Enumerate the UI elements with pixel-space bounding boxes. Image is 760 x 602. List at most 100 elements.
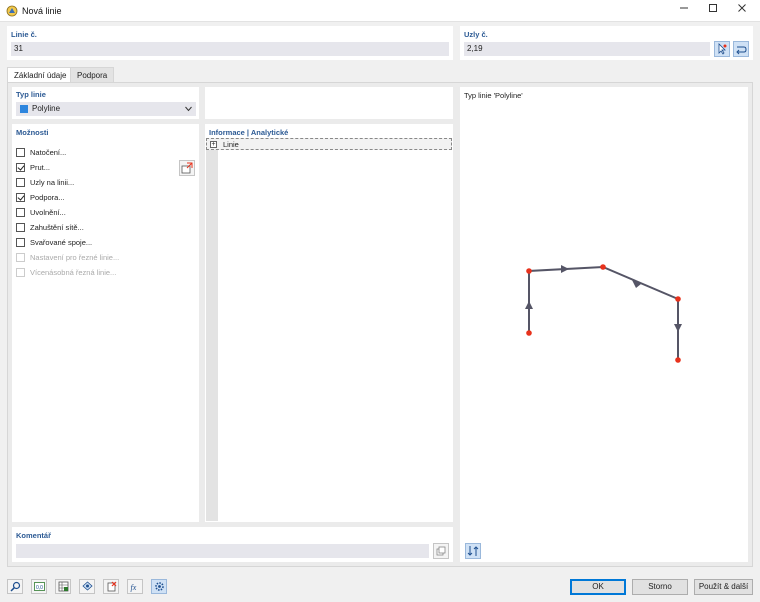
line-type-label: Typ linie: [16, 90, 46, 99]
preview-panel: Typ linie 'Polyline': [460, 87, 748, 562]
option-row[interactable]: Prut...: [16, 161, 50, 173]
close-icon: [738, 4, 746, 12]
line-number-label: Linie č.: [11, 30, 37, 39]
option-checkbox[interactable]: [16, 177, 25, 187]
nodes-number-field[interactable]: 2,19: [464, 42, 710, 56]
units-icon: 0,0: [33, 582, 45, 591]
option-checkbox: [16, 267, 25, 277]
info-panel: Informace | Analytické + Linie: [205, 124, 453, 522]
member-edit-button[interactable]: [179, 160, 195, 176]
units-button[interactable]: 0,0: [31, 579, 47, 594]
view-icon: [81, 581, 93, 591]
option-label: Uzly na linii...: [30, 177, 75, 187]
option-label: Nastavení pro řezné linie...: [30, 252, 120, 262]
maximize-icon: [709, 4, 717, 12]
option-row[interactable]: Natočení...: [16, 146, 66, 158]
search-button[interactable]: [7, 579, 23, 594]
option-row[interactable]: Podpora...: [16, 191, 65, 203]
nodes-number-panel: Uzly č. 2,19: [460, 26, 753, 60]
table-button[interactable]: [55, 579, 71, 594]
option-label: Podpora...: [30, 192, 65, 202]
tab-basic[interactable]: Základní údaje: [7, 67, 74, 82]
view-button[interactable]: [79, 579, 95, 594]
middle-top-panel: [205, 87, 453, 119]
cancel-button[interactable]: Storno: [632, 579, 688, 595]
comment-library-button[interactable]: [433, 543, 449, 559]
apply-next-button[interactable]: Použít & další: [694, 579, 753, 595]
ok-button[interactable]: OK: [570, 579, 626, 595]
gear-icon: [154, 582, 164, 591]
option-checkbox[interactable]: [16, 162, 25, 172]
comment-field[interactable]: [16, 544, 429, 558]
app-icon: [6, 5, 18, 17]
line-type-select[interactable]: Polyline: [16, 102, 196, 116]
preview-options-button[interactable]: [465, 543, 481, 559]
tree-gutter: [206, 138, 218, 521]
option-checkbox[interactable]: [16, 237, 25, 247]
direction-arrow: [674, 324, 682, 332]
option-checkbox: [16, 252, 25, 262]
minimize-button[interactable]: [670, 0, 698, 22]
options-label: Možnosti: [16, 128, 49, 137]
minimize-icon: [680, 7, 688, 9]
line-type-value: Polyline: [32, 104, 61, 113]
reverse-arrow-icon: [736, 46, 747, 55]
close-button[interactable]: [728, 0, 756, 22]
expand-icon[interactable]: +: [210, 141, 217, 148]
window-title: Nová linie: [22, 6, 62, 16]
comment-label: Komentář: [16, 531, 52, 540]
polyline-path: [528, 265, 679, 360]
line-number-field[interactable]: 31: [11, 42, 449, 56]
reverse-button[interactable]: [733, 41, 749, 57]
line-type-panel: Typ linie Polyline: [12, 87, 199, 119]
comment-panel: Komentář: [12, 527, 453, 562]
search-icon: [9, 581, 20, 592]
info-label: Informace | Analytické: [209, 128, 289, 137]
svg-text:fx: fx: [130, 583, 136, 592]
formula-icon: fx: [130, 583, 136, 592]
node-point: [526, 330, 532, 336]
node-point: [675, 357, 681, 363]
option-row: Vícenásobná řezná linie...: [16, 266, 116, 278]
node-point: [526, 268, 532, 274]
table-icon: [58, 581, 68, 592]
line-number-panel: Linie č. 31: [7, 26, 453, 60]
node-point: [600, 264, 606, 270]
maximize-button[interactable]: [699, 0, 727, 22]
direction-arrow: [561, 265, 569, 273]
option-row[interactable]: Zahuštění sítě...: [16, 221, 84, 233]
polyline-preview: [525, 264, 682, 363]
member-edit-icon: [181, 162, 193, 174]
option-row: Nastavení pro řezné linie...: [16, 251, 119, 263]
tree-item-label: Linie: [223, 140, 239, 149]
copy-icon: [436, 546, 446, 556]
option-checkbox[interactable]: [16, 192, 25, 202]
option-row[interactable]: Uzly na linii...: [16, 176, 74, 188]
delete-icon: [107, 581, 116, 592]
chevron-down-icon: [185, 106, 192, 112]
option-checkbox[interactable]: [16, 222, 25, 232]
sort-icon: [467, 546, 479, 556]
option-row[interactable]: Uvolnění...: [16, 206, 66, 218]
pick-cursor-icon: [718, 43, 727, 55]
formula-button[interactable]: fx: [127, 579, 143, 594]
tab-support[interactable]: Podpora: [70, 67, 115, 82]
polyline-swatch: [20, 105, 28, 113]
option-label: Vícenásobná řezná linie...: [30, 267, 117, 277]
direction-arrow: [525, 301, 533, 309]
option-label: Prut...: [30, 162, 51, 172]
title-bar: Nová linie: [0, 0, 760, 22]
option-label: Svařované spoje...: [30, 237, 93, 247]
delete-button[interactable]: [103, 579, 119, 594]
option-checkbox[interactable]: [16, 207, 25, 217]
tree-item-line[interactable]: + Linie: [206, 138, 452, 150]
option-label: Natočení...: [30, 147, 67, 157]
option-row[interactable]: Svařované spoje...: [16, 236, 92, 248]
option-label: Uvolnění...: [30, 207, 66, 217]
node-point: [675, 296, 681, 302]
nodes-number-label: Uzly č.: [464, 30, 488, 39]
settings-button[interactable]: [151, 579, 167, 594]
option-checkbox[interactable]: [16, 147, 25, 157]
option-label: Zahuštění sítě...: [30, 222, 84, 232]
pick-nodes-button[interactable]: [714, 41, 730, 57]
